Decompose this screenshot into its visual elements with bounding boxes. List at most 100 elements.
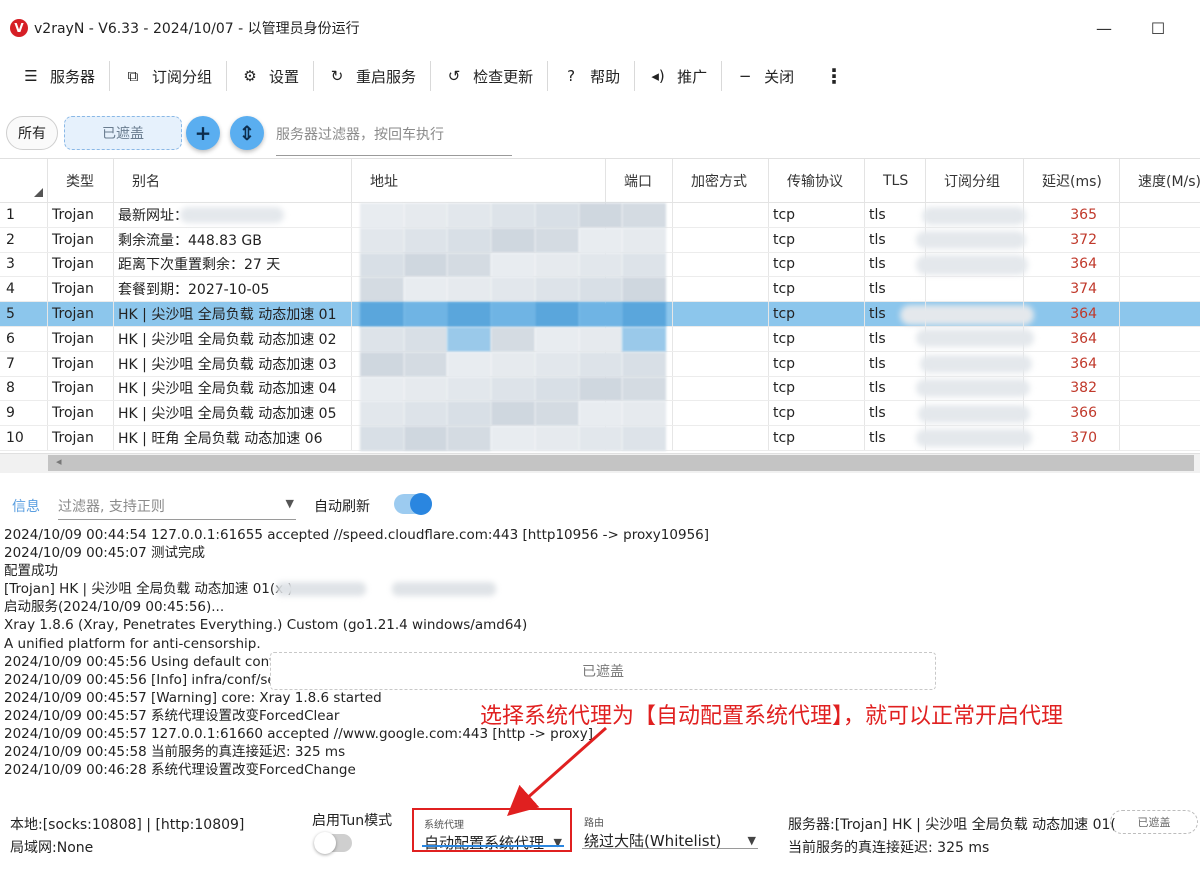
col-address[interactable]: 地址 <box>352 159 606 203</box>
close-app-button[interactable]: − 关闭 <box>722 58 808 94</box>
cell-encryption <box>673 426 769 450</box>
chevron-down-icon: ▼ <box>553 836 562 849</box>
col-encryption[interactable]: 加密方式 <box>673 159 769 203</box>
blur-tile <box>534 277 579 303</box>
promotion-label: 推广 <box>677 67 708 86</box>
maximize-button[interactable]: ☐ <box>1138 16 1178 40</box>
servers-button[interactable]: ☰ 服务器 <box>8 58 109 94</box>
blur-tile <box>622 277 666 303</box>
cell-network: tcp <box>769 376 865 401</box>
subscription-button[interactable]: ⧉ 订阅分组 <box>110 58 226 94</box>
add-group-button[interactable]: + <box>186 116 220 150</box>
cell-network: tcp <box>769 351 865 376</box>
cell-type: Trojan <box>48 326 114 351</box>
blur-tile <box>360 277 404 303</box>
blur-tile <box>447 302 492 327</box>
blur-tile <box>491 401 535 427</box>
settings-button[interactable]: ⚙ 设置 <box>227 58 313 94</box>
blur-tile <box>360 351 404 377</box>
log-line: Xray 1.8.6 (Xray, Penetrates Everything.… <box>4 617 528 634</box>
horizontal-scrollbar-thumb[interactable] <box>48 455 1194 471</box>
log-line: A unified platform for anti-censorship. <box>4 635 261 652</box>
blur-tile <box>447 252 492 278</box>
routing-select[interactable]: 路由 绕过大陆(Whitelist) ▼ <box>574 808 764 852</box>
sort-group-button[interactable]: ⇕ <box>230 116 264 150</box>
group-masked-chip[interactable]: 已遮盖 <box>64 116 182 150</box>
blurred-subscription <box>916 231 1026 249</box>
blur-tile <box>491 326 535 352</box>
auto-refresh-toggle[interactable] <box>394 493 432 515</box>
update-icon: ↺ <box>447 67 461 85</box>
col-port[interactable]: 端口 <box>606 159 673 203</box>
blur-tile <box>360 376 404 402</box>
col-tls[interactable]: TLS <box>865 159 926 203</box>
log-line: 2024/10/09 00:46:28 系统代理设置改变ForcedChange <box>4 762 356 779</box>
window-title: v2rayN - V6.33 - 2024/10/07 - 以管理员身份运行 <box>34 21 360 37</box>
cell-encryption <box>673 252 769 277</box>
help-label: 帮助 <box>590 67 621 86</box>
blur-tile <box>534 326 579 352</box>
system-proxy-label: 系统代理 <box>424 820 464 831</box>
minimize-button[interactable]: — <box>1084 16 1124 40</box>
blurred-subscription <box>916 255 1028 275</box>
blur-tile <box>534 227 579 253</box>
blur-tile <box>491 277 535 303</box>
blur-tile <box>403 401 448 427</box>
row-selector-header[interactable] <box>0 159 48 203</box>
system-proxy-select[interactable]: 系统代理 自动配置系统代理 ▼ <box>412 808 572 852</box>
row-number: 7 <box>0 351 48 376</box>
cell-latency: 364 <box>1024 252 1120 277</box>
select-underline <box>582 848 758 849</box>
col-subscription[interactable]: 订阅分组 <box>926 159 1024 203</box>
cell-network: tcp <box>769 326 865 351</box>
blur-tile <box>491 203 535 228</box>
check-update-button[interactable]: ↺ 检查更新 <box>431 58 547 94</box>
log-line: 2024/10/09 00:45:07 测试完成 <box>4 545 206 562</box>
log-info-tab[interactable]: 信息 <box>12 496 40 516</box>
cell-speed: 5 <box>1120 327 1200 351</box>
col-latency[interactable]: 延迟(ms) <box>1024 159 1120 203</box>
col-speed[interactable]: 速度(M/s) <box>1120 159 1200 203</box>
more-options-icon[interactable]: ⋮ <box>808 58 860 94</box>
cell-network: tcp <box>769 401 865 426</box>
cell-type: Trojan <box>48 376 114 401</box>
cell-speed: 4 <box>1120 377 1200 401</box>
blur-tile <box>491 227 535 253</box>
chevron-down-icon[interactable]: ▼ <box>286 497 294 510</box>
cell-speed: 0 <box>1120 352 1200 376</box>
blur-tile <box>360 426 404 451</box>
lan-status-text: 局域网:None <box>10 840 94 856</box>
check-update-label: 检查更新 <box>473 67 534 86</box>
system-proxy-value: 自动配置系统代理 <box>424 834 545 852</box>
col-type[interactable]: 类型 <box>48 159 114 203</box>
cell-network: tcp <box>769 302 865 326</box>
cell-subscription <box>926 277 1024 302</box>
cell-alias: HK | 尖沙咀 全局负载 动态加速 05 <box>114 401 352 426</box>
log-filter-input[interactable]: 过滤器, 支持正则 ▼ <box>58 488 296 520</box>
group-all-chip[interactable]: 所有 <box>6 116 58 150</box>
tun-mode-toggle[interactable] <box>314 832 352 854</box>
blur-tile <box>622 203 666 228</box>
blur-tile <box>447 426 492 451</box>
cell-encryption <box>673 203 769 227</box>
col-network[interactable]: 传输协议 <box>769 159 865 203</box>
speaker-icon: ◂) <box>651 67 665 85</box>
cell-type: Trojan <box>48 401 114 426</box>
promotion-button[interactable]: ◂) 推广 <box>635 58 721 94</box>
restart-service-button[interactable]: ↻ 重启服务 <box>314 58 430 94</box>
current-server-text: 服务器:[Trojan] HK | 尖沙咀 全局负载 动态加速 01( <box>788 817 1116 833</box>
blur-tile <box>403 351 448 377</box>
cell-network: tcp <box>769 252 865 277</box>
blur-tile <box>578 302 623 327</box>
scroll-left-icon[interactable]: ◂ <box>56 455 62 468</box>
server-filter-input[interactable]: 服务器过滤器，按回车执行 <box>276 116 512 156</box>
blurred-log-text <box>276 582 366 596</box>
blur-tile <box>403 227 448 253</box>
blur-tile <box>534 401 579 427</box>
help-button[interactable]: ? 帮助 <box>548 58 634 94</box>
row-number: 4 <box>0 277 48 302</box>
row-number: 6 <box>0 326 48 351</box>
col-alias[interactable]: 别名 <box>114 159 352 203</box>
blur-tile <box>622 401 666 427</box>
gear-icon: ⚙ <box>243 67 257 85</box>
